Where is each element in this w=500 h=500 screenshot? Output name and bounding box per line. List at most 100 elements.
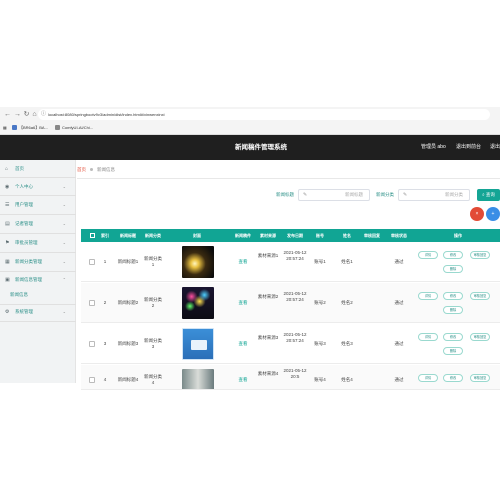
bookmark-2[interactable]: ComfyUI-AI/Chi... [55, 124, 93, 131]
cell-name: 姓名3 [341, 341, 353, 346]
sidebar-item-profile[interactable]: ◉ 个人中心 ⌄ [0, 180, 76, 194]
news-icon: ▣ [5, 277, 10, 283]
sidebar-item-news-category[interactable]: ▦ 新闻分类管理 ⌄ [0, 255, 76, 269]
divider [77, 178, 500, 179]
col-category: 新闻分类 [145, 233, 161, 238]
bookmark-favicon-icon [55, 125, 60, 131]
cover-image [182, 328, 214, 360]
delete-button[interactable]: 删除 [443, 265, 463, 273]
cell-account: 账号2 [314, 300, 326, 305]
breadcrumb: 首页 新闻信息 [77, 163, 115, 177]
checkbox-icon [89, 233, 95, 239]
cell-name: 姓名1 [341, 259, 353, 264]
title-search-input[interactable]: ✎ 新闻标题 [298, 189, 370, 201]
sidebar-subitem-news[interactable]: 新闻信息 [10, 289, 70, 301]
settings-icon: ⚙ [5, 309, 10, 315]
cell-file-link[interactable]: 查看 [234, 341, 252, 347]
review-reply-button[interactable]: 审核回复 [470, 333, 490, 341]
cell-file-link[interactable]: 查看 [234, 377, 252, 383]
delete-batch-button[interactable]: × [470, 207, 484, 221]
edit-button[interactable]: 修改 [443, 251, 463, 259]
cell-file-link[interactable]: 查看 [234, 300, 252, 306]
home-icon: ⌂ [5, 166, 9, 172]
sidebar-item-home[interactable]: ⌂ 首页 [0, 162, 76, 176]
back-icon[interactable]: ← [3, 110, 12, 119]
bookmark-1[interactable]: 【BR6a6】BA... [12, 124, 48, 131]
cell-index: 3 [103, 341, 107, 346]
cell-category: 新闻分类1 [144, 256, 162, 267]
delete-button[interactable]: 删除 [443, 306, 463, 314]
cell-name: 姓名4 [341, 377, 353, 382]
col-title: 新闻标题 [120, 233, 136, 238]
divider [0, 321, 76, 322]
cell-date: 2021-05-12 20:5 [283, 368, 307, 379]
col-reply: 审核回复 [364, 233, 380, 238]
edit-button[interactable]: 修改 [443, 374, 463, 382]
chevron-down-icon: ⌄ [62, 309, 66, 314]
search-button[interactable]: ⌕ 查询 [477, 189, 500, 201]
cell-status: 通过 [394, 341, 404, 346]
row-checkbox[interactable] [89, 377, 95, 383]
sidebar-item-news-info[interactable]: ▣ 新闻信息管理 ⌃ [0, 273, 76, 287]
row-checkbox[interactable] [89, 300, 95, 306]
sidebar-item-users[interactable]: ☰ 用户管理 ⌄ [0, 198, 76, 212]
exit-to-frontend-link[interactable]: 退出到前台 [456, 135, 481, 160]
table-header: 索引 新闻标题 新闻分类 封面 新闻稿件 素材来源 发布日期 账号 姓名 审核回… [81, 229, 500, 242]
divider [0, 195, 76, 196]
edit-icon: ✎ [303, 192, 308, 198]
apps-icon[interactable]: ▦ [3, 124, 7, 131]
delete-button[interactable]: 删除 [443, 347, 463, 355]
divider [0, 214, 76, 215]
edit-icon: ✎ [403, 192, 408, 198]
cell-index: 4 [103, 377, 107, 382]
address-bar[interactable]: ⓘ localhost:8080/springbootv9v3/admin/di… [38, 109, 490, 120]
review-reply-button[interactable]: 审核回复 [470, 251, 490, 259]
category-search-label: 新闻分类 [376, 192, 394, 197]
edit-button[interactable]: 修改 [443, 292, 463, 300]
col-status: 审核状态 [391, 233, 407, 238]
table-row: 2 新闻标题2 新闻分类2 查看 素材来源2 2021-05-12 20:57:… [81, 283, 500, 323]
sidebar-item-reporters[interactable]: ▤ 记者管理 ⌄ [0, 217, 76, 231]
cover-image [182, 287, 214, 319]
col-actions: 操作 [454, 233, 462, 238]
edit-button[interactable]: 修改 [443, 333, 463, 341]
forward-icon[interactable]: → [13, 110, 22, 119]
sidebar: ⌂ 首页 ◉ 个人中心 ⌄ ☰ 用户管理 ⌄ ▤ 记者管理 ⌄ ⚑ 审批员管理 … [0, 160, 76, 383]
bookmarks-bar: ▦ 【BR6a6】BA... ComfyUI-AI/Chi... [0, 122, 500, 134]
chevron-down-icon: ⌄ [62, 221, 66, 226]
category-search-input[interactable]: ✎ 新闻分类 [398, 189, 470, 201]
sidebar-item-system[interactable]: ⚙ 系统管理 ⌄ [0, 305, 76, 319]
breadcrumb-current: 新闻信息 [97, 167, 115, 172]
logout-link[interactable]: 退出 [490, 135, 500, 160]
category-icon: ▦ [5, 259, 10, 265]
add-button[interactable]: + [486, 207, 500, 221]
col-file: 新闻稿件 [235, 233, 251, 238]
user-label: 管理员 abo [421, 144, 446, 150]
detail-button[interactable]: 详情 [418, 251, 438, 259]
detail-button[interactable]: 详情 [418, 292, 438, 300]
cell-account: 账号1 [314, 259, 326, 264]
cell-category: 新闻分类3 [144, 338, 162, 349]
row-checkbox[interactable] [89, 341, 95, 347]
title-search-label: 新闻标题 [276, 192, 294, 197]
cover-image [182, 369, 214, 389]
browser-chrome: ← → ↻ ⌂ ⓘ localhost:8080/springbootv9v3/… [0, 107, 500, 135]
col-date: 发布日期 [287, 233, 303, 238]
info-icon[interactable]: ⓘ [41, 109, 46, 120]
document-icon: ▤ [5, 221, 10, 227]
cell-category: 新闻分类4 [144, 374, 162, 385]
cell-category: 新闻分类2 [144, 297, 162, 308]
divider [0, 271, 76, 272]
cover-image [182, 246, 214, 278]
review-reply-button[interactable]: 审核回复 [470, 374, 490, 382]
app-header: 新闻稿件管理系统 管理员 abo 退出到前台 退出 [0, 135, 500, 160]
cell-source: 素材来源1 [257, 253, 279, 258]
detail-button[interactable]: 详情 [418, 333, 438, 341]
detail-button[interactable]: 详情 [418, 374, 438, 382]
sidebar-item-reviewers[interactable]: ⚑ 审批员管理 ⌄ [0, 236, 76, 250]
breadcrumb-separator [90, 168, 93, 172]
row-checkbox[interactable] [89, 259, 95, 265]
breadcrumb-home[interactable]: 首页 [77, 167, 86, 172]
review-reply-button[interactable]: 审核回复 [470, 292, 490, 300]
cell-file-link[interactable]: 查看 [234, 259, 252, 265]
